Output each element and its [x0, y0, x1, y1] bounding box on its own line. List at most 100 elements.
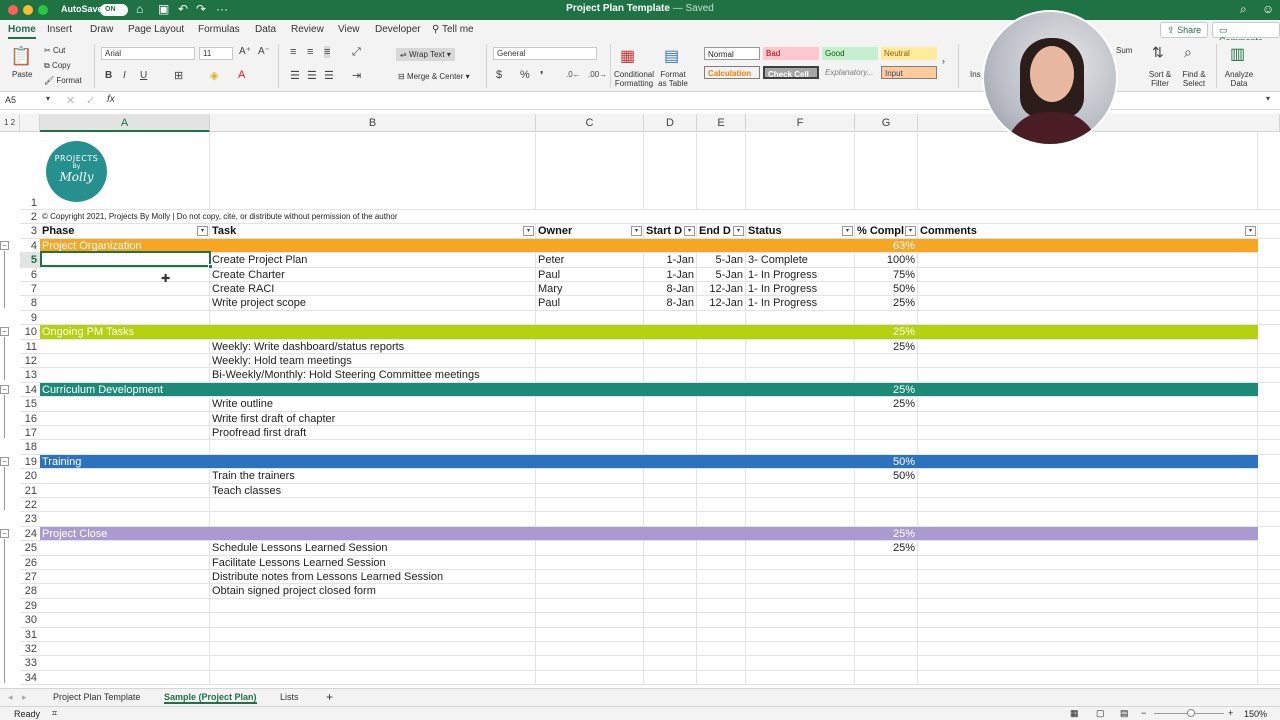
cell-task[interactable]: Bi-Weekly/Monthly: Hold Steering Committ…	[210, 368, 536, 382]
cell-pct[interactable]: 50%	[855, 455, 918, 468]
cell-task[interactable]: Write first draft of chapter	[210, 411, 536, 425]
cell-status[interactable]	[746, 642, 855, 656]
cell-end[interactable]	[697, 368, 746, 382]
cell-comments[interactable]	[918, 541, 1258, 555]
cell-end[interactable]	[697, 383, 746, 396]
cell-owner[interactable]	[536, 325, 644, 338]
cell-owner[interactable]	[536, 598, 644, 613]
cell-owner[interactable]	[536, 411, 644, 425]
tab-home[interactable]: Home	[8, 24, 36, 39]
cell-owner[interactable]	[536, 498, 644, 512]
cell-pct[interactable]	[855, 498, 918, 512]
cell-start[interactable]	[644, 455, 697, 468]
cell-phase[interactable]	[40, 368, 210, 382]
row-header[interactable]: 9	[20, 311, 40, 326]
cell-pct[interactable]	[855, 642, 918, 656]
align-bottom-icon[interactable]: ≡	[324, 46, 331, 58]
tell-me[interactable]: ⚲ Tell me	[432, 24, 474, 35]
comments-button[interactable]: ▭ Comments	[1212, 22, 1280, 46]
fill-color-icon[interactable]: ◈	[210, 69, 218, 82]
style-normal[interactable]: Normal	[704, 47, 760, 60]
cell-comments[interactable]	[918, 483, 1258, 497]
cell-status[interactable]	[746, 541, 855, 555]
col-header-g[interactable]: G	[855, 114, 918, 132]
cell-status[interactable]	[746, 397, 855, 411]
format-as-table-icon[interactable]: ▤	[664, 46, 679, 66]
cell-status[interactable]	[746, 670, 855, 685]
style-good[interactable]: Good	[822, 47, 878, 60]
cell-pct[interactable]	[855, 368, 918, 382]
tab-developer[interactable]: Developer	[375, 24, 421, 35]
filter-button[interactable]: ▾	[902, 224, 918, 238]
font-color-icon[interactable]: A	[238, 69, 245, 81]
cell-task[interactable]	[210, 310, 536, 325]
cell-task[interactable]	[210, 642, 536, 656]
cell-owner[interactable]	[536, 469, 644, 483]
copyright-notice[interactable]: © Copyright 2021, Projects By Molly | Do…	[40, 210, 920, 223]
cell-start[interactable]	[644, 411, 697, 425]
row-header[interactable]: 8	[20, 296, 40, 311]
cell-phase[interactable]	[40, 541, 210, 555]
cell-comments[interactable]	[918, 527, 1258, 540]
cell-phase[interactable]	[40, 397, 210, 411]
filter-dropdown-icon[interactable]: ▾	[905, 226, 916, 237]
cell-phase[interactable]	[40, 613, 210, 627]
cell-owner[interactable]	[536, 426, 644, 440]
cell-start[interactable]	[644, 440, 697, 454]
orientation-icon[interactable]: ⤢	[352, 46, 361, 59]
cell-start[interactable]	[644, 498, 697, 512]
cell-start[interactable]	[644, 368, 697, 382]
row-header[interactable]: 19	[20, 455, 40, 470]
cell-pct[interactable]: 25%	[855, 541, 918, 555]
filter-button[interactable]: ▾	[681, 224, 697, 238]
cell-start[interactable]	[644, 483, 697, 497]
increase-decimal-icon[interactable]: .0←	[566, 70, 581, 79]
row-header[interactable]: 11	[20, 340, 40, 354]
cell-end[interactable]	[697, 498, 746, 512]
align-right-icon[interactable]: ☰	[324, 69, 334, 82]
cell-comments[interactable]	[918, 133, 1258, 209]
cell-owner[interactable]	[536, 397, 644, 411]
cell-task[interactable]: Write outline	[210, 397, 536, 411]
cell-status[interactable]	[746, 325, 855, 338]
collapse-group-icon[interactable]: −	[0, 384, 9, 394]
paste-label[interactable]: Paste	[12, 70, 32, 79]
cell-phase[interactable]	[40, 267, 210, 281]
cell-start[interactable]	[644, 325, 697, 338]
cell-start[interactable]	[644, 598, 697, 613]
cell-owner[interactable]	[536, 383, 644, 396]
page-break-view-icon[interactable]: ▤	[1120, 708, 1129, 719]
cell-end[interactable]	[697, 527, 746, 540]
cell-comments[interactable]	[918, 397, 1258, 411]
row-header[interactable]: 29	[20, 599, 40, 614]
row-header[interactable]: 30	[20, 613, 40, 628]
cell-pct[interactable]	[855, 133, 918, 209]
cell-end[interactable]	[697, 411, 746, 425]
format-painter-button[interactable]: 🖌 Format	[44, 76, 82, 85]
row-header[interactable]: 18	[20, 440, 40, 455]
cell-comments[interactable]	[918, 426, 1258, 440]
cell-pct[interactable]	[855, 354, 918, 368]
outline-level-buttons[interactable]: 1 2	[0, 114, 20, 132]
cell-comments[interactable]	[918, 253, 1258, 267]
cell-start[interactable]	[644, 570, 697, 584]
row-header[interactable]: 32	[20, 642, 40, 657]
cell-pct[interactable]: 25%	[855, 527, 918, 540]
expand-formula-icon[interactable]: ▾	[1266, 94, 1270, 103]
filter-dropdown-icon[interactable]: ▾	[733, 226, 744, 237]
row-header[interactable]: 1	[20, 133, 40, 210]
cell-pct[interactable]	[855, 656, 918, 670]
cell-status[interactable]	[746, 368, 855, 382]
cell-comments[interactable]	[918, 267, 1258, 281]
cell-pct[interactable]: 50%	[855, 282, 918, 296]
cell-start[interactable]: 8-Jan	[644, 296, 697, 310]
filter-dropdown-icon[interactable]: ▾	[1245, 226, 1256, 237]
cell-status[interactable]	[746, 426, 855, 440]
filter-button[interactable]: ▾	[839, 224, 855, 238]
sheet-tab-project-plan-template[interactable]: Project Plan Template	[53, 692, 140, 702]
row-header[interactable]: 15	[20, 397, 40, 412]
cell-pct[interactable]: 25%	[855, 397, 918, 411]
cell-end[interactable]	[697, 584, 746, 598]
align-center-icon[interactable]: ☰	[307, 69, 317, 82]
cell-task[interactable]	[210, 670, 536, 685]
